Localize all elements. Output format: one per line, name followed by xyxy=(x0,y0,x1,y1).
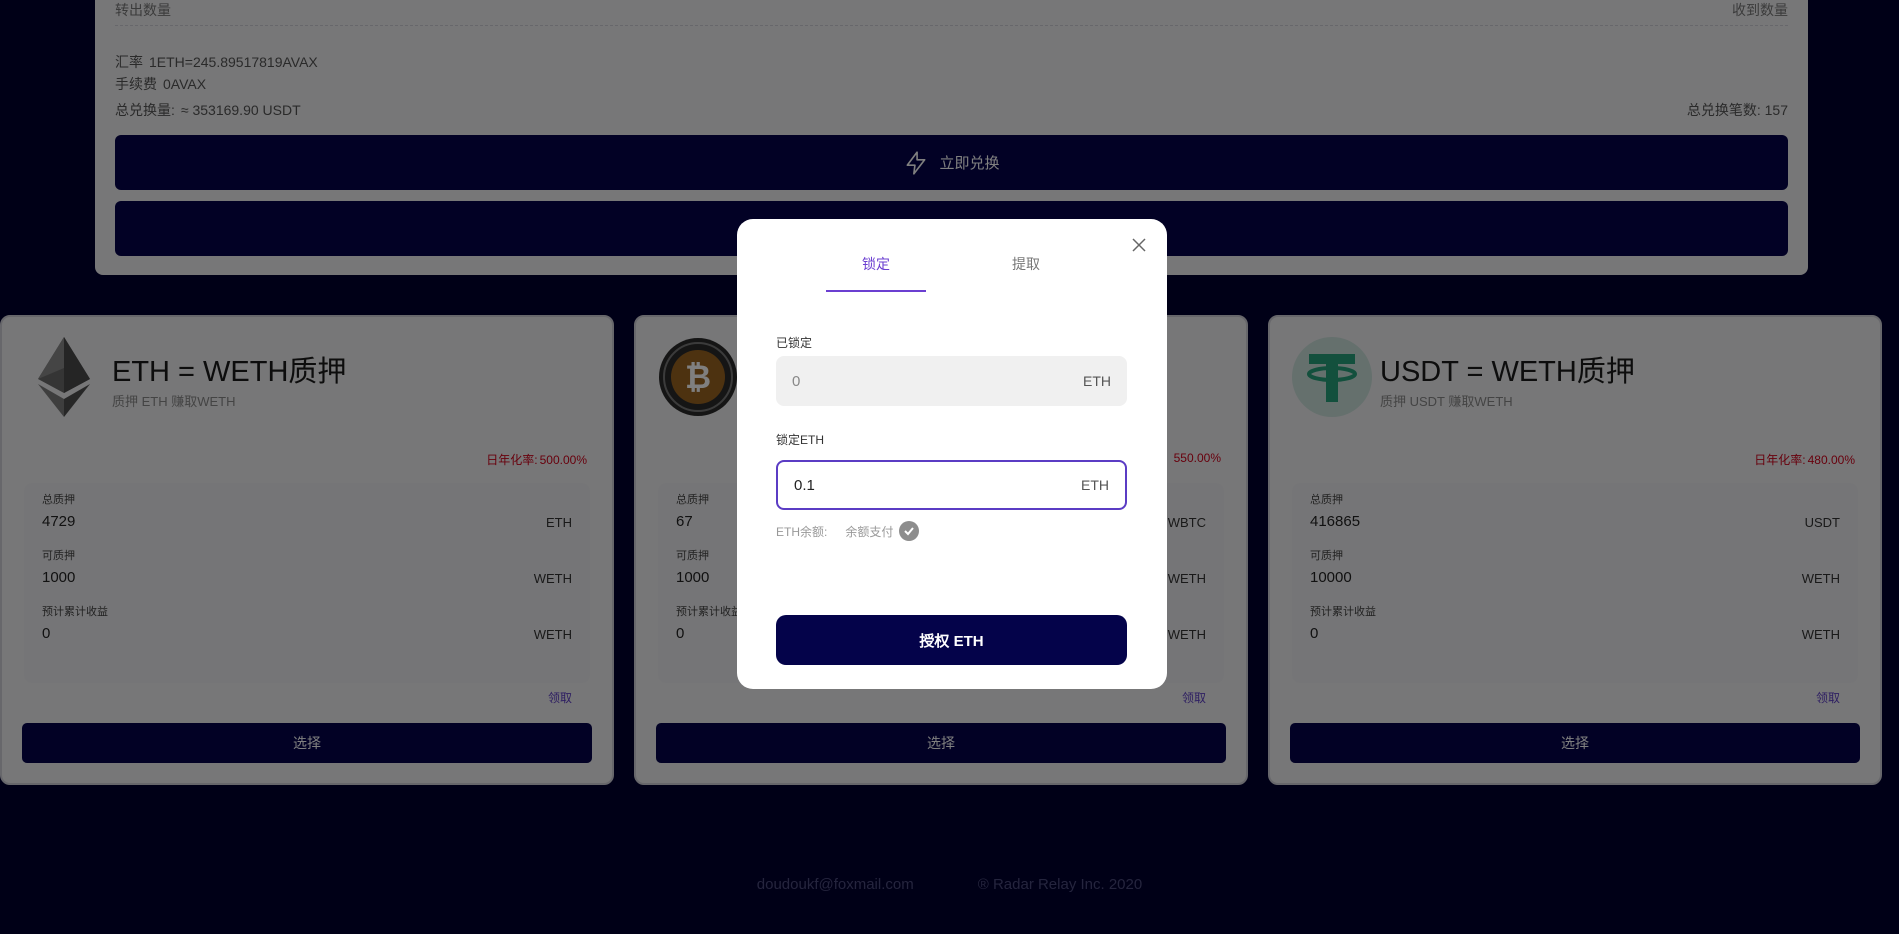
lock-input-label: 锁定ETH xyxy=(776,433,825,447)
balance-row: ETH余额: 余额支付 xyxy=(776,521,920,541)
close-icon[interactable] xyxy=(1131,237,1147,253)
locked-label: 已锁定 xyxy=(776,336,813,350)
approve-eth-button[interactable]: 授权 ETH xyxy=(776,615,1127,665)
lock-amount-input[interactable]: 0.1 ETH xyxy=(776,460,1127,510)
check-icon[interactable] xyxy=(899,521,920,541)
modal-tabs: 锁定 提取 xyxy=(737,219,1167,293)
locked-amount-field: 0 ETH xyxy=(776,356,1127,406)
lock-amount-value[interactable]: 0.1 xyxy=(794,477,815,494)
balance-label: ETH余额: xyxy=(776,524,828,539)
balance-pay-label: 余额支付 xyxy=(845,524,894,539)
tab-withdraw[interactable]: 提取 xyxy=(976,254,1076,274)
lock-modal: 锁定 提取 已锁定 0 ETH 锁定ETH 0.1 ETH ETH余额: 余额支… xyxy=(737,219,1167,689)
lock-amount-unit: ETH xyxy=(1081,477,1109,493)
locked-amount-value: 0 xyxy=(792,372,801,390)
active-tab-indicator xyxy=(826,290,926,292)
locked-amount-unit: ETH xyxy=(1083,373,1111,389)
tab-lock[interactable]: 锁定 xyxy=(826,254,926,274)
